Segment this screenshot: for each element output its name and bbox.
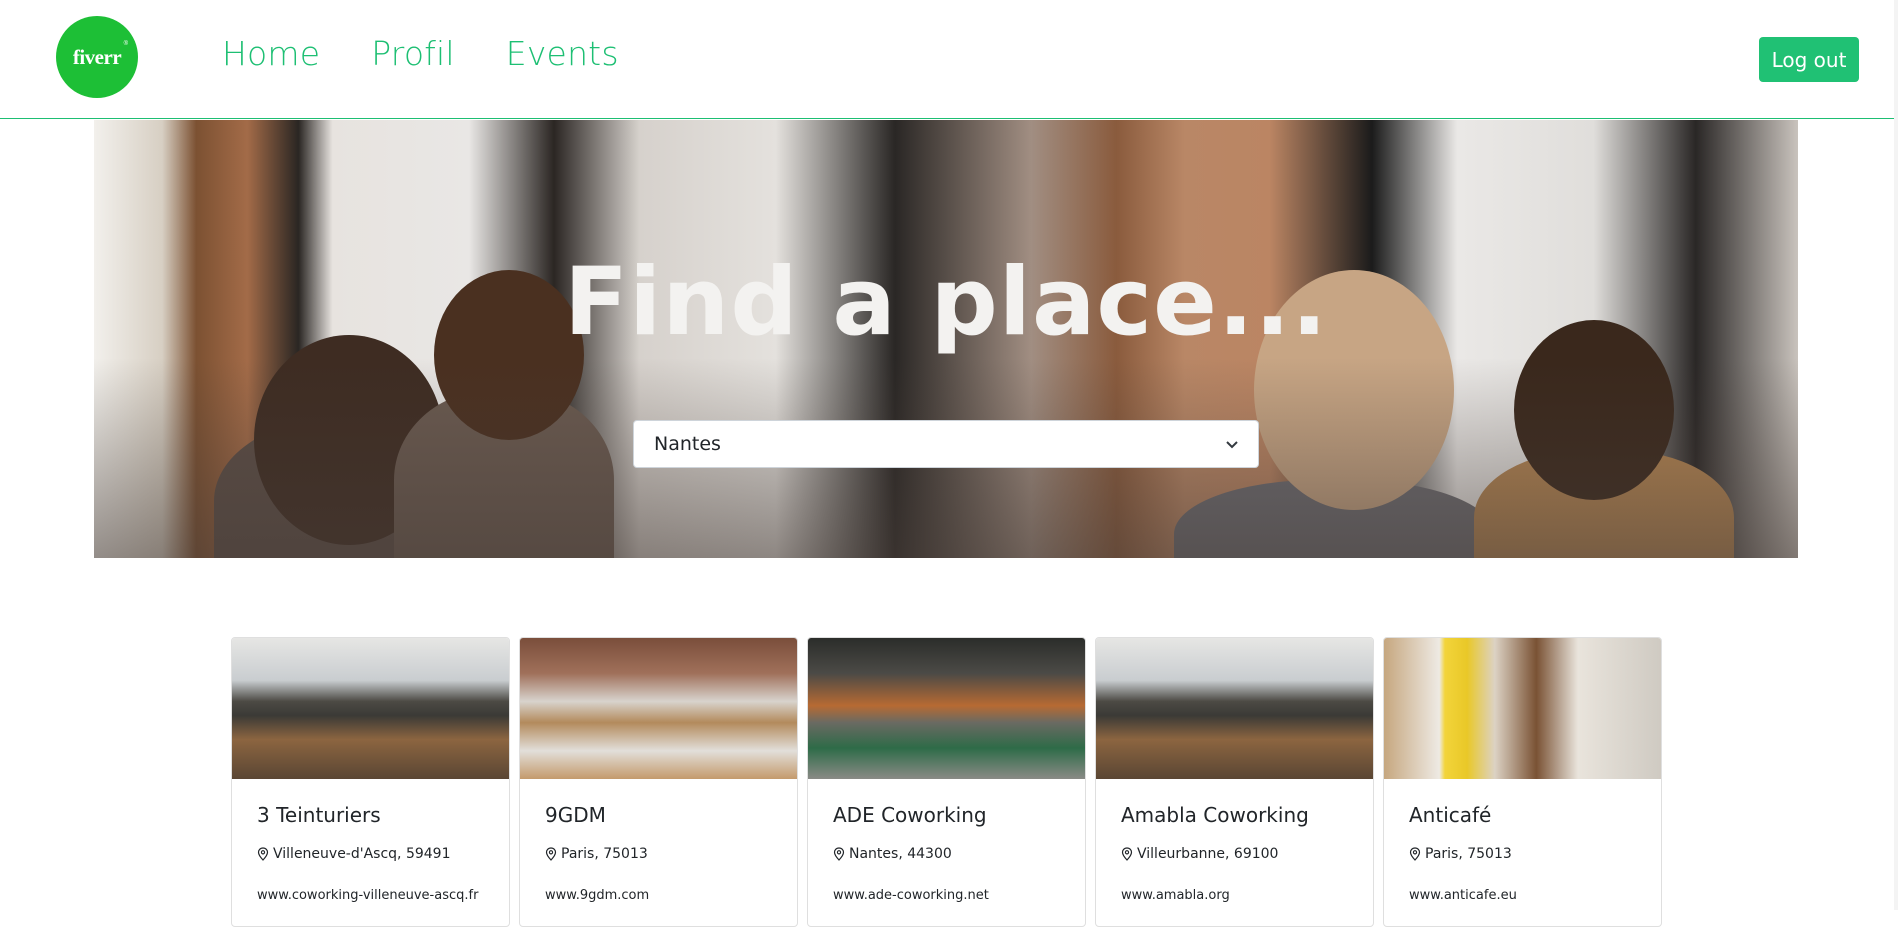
- place-card-location-text: Paris, 75013: [561, 846, 648, 862]
- registered-mark: ®: [123, 41, 128, 47]
- hero-banner: Find a place... Nantes: [94, 120, 1798, 558]
- main-nav: Home Profil Events: [222, 34, 619, 73]
- map-pin-icon: [833, 847, 845, 861]
- place-card-image: [232, 638, 509, 779]
- city-select[interactable]: Nantes: [633, 420, 1259, 468]
- place-card-website[interactable]: www.anticafe.eu: [1409, 888, 1517, 903]
- top-navbar: fiverr ® Home Profil Events Log out: [0, 0, 1898, 118]
- place-card-location-text: Paris, 75013: [1425, 846, 1512, 862]
- place-card-location: Paris, 75013: [545, 846, 648, 862]
- place-card-title: Amabla Coworking: [1121, 803, 1309, 827]
- place-card-website[interactable]: www.amabla.org: [1121, 888, 1230, 903]
- place-card-title: ADE Coworking: [833, 803, 987, 827]
- map-pin-icon: [257, 847, 269, 861]
- header-divider: [0, 118, 1894, 119]
- nav-link-profil[interactable]: Profil: [371, 34, 455, 73]
- place-card-image: [808, 638, 1085, 779]
- map-pin-icon: [1121, 847, 1133, 861]
- page-edge: [1894, 0, 1898, 910]
- place-card-image: [1096, 638, 1373, 779]
- place-card[interactable]: Amabla Coworking Villeurbanne, 69100 www…: [1095, 637, 1374, 927]
- nav-link-events[interactable]: Events: [506, 34, 619, 73]
- place-card-list: 3 Teinturiers Villeneuve-d'Ascq, 59491 w…: [231, 637, 1662, 927]
- place-card-location: Villeneuve-d'Ascq, 59491: [257, 846, 451, 862]
- city-select-value: Nantes: [654, 433, 721, 455]
- place-card-location: Villeurbanne, 69100: [1121, 846, 1278, 862]
- place-card-image: [1384, 638, 1661, 779]
- place-card-website[interactable]: www.coworking-villeneuve-ascq.fr: [257, 888, 478, 903]
- place-card-image: [520, 638, 797, 779]
- place-card-location: Nantes, 44300: [833, 846, 952, 862]
- place-card-title: 9GDM: [545, 803, 606, 827]
- logo-text: fiverr: [72, 44, 122, 69]
- place-card-title: Anticafé: [1409, 803, 1492, 827]
- place-card-location-text: Villeurbanne, 69100: [1137, 846, 1279, 862]
- place-card-website[interactable]: www.ade-coworking.net: [833, 888, 989, 903]
- place-card[interactable]: ADE Coworking Nantes, 44300 www.ade-cowo…: [807, 637, 1086, 927]
- place-card-website[interactable]: www.9gdm.com: [545, 888, 649, 903]
- place-card-location-text: Villeneuve-d'Ascq, 59491: [273, 846, 451, 862]
- chevron-down-icon: [1226, 435, 1238, 453]
- place-card[interactable]: Anticafé Paris, 75013 www.anticafe.eu: [1383, 637, 1662, 927]
- hero-title: Find a place...: [563, 248, 1329, 357]
- map-pin-icon: [1409, 847, 1421, 861]
- place-card[interactable]: 3 Teinturiers Villeneuve-d'Ascq, 59491 w…: [231, 637, 510, 927]
- place-card-location-text: Nantes, 44300: [849, 846, 952, 862]
- logout-button[interactable]: Log out: [1759, 37, 1859, 82]
- map-pin-icon: [545, 847, 557, 861]
- place-card-title: 3 Teinturiers: [257, 803, 381, 827]
- nav-link-home[interactable]: Home: [222, 34, 320, 73]
- place-card[interactable]: 9GDM Paris, 75013 www.9gdm.com: [519, 637, 798, 927]
- fiverr-logo[interactable]: fiverr ®: [56, 16, 138, 98]
- place-card-location: Paris, 75013: [1409, 846, 1512, 862]
